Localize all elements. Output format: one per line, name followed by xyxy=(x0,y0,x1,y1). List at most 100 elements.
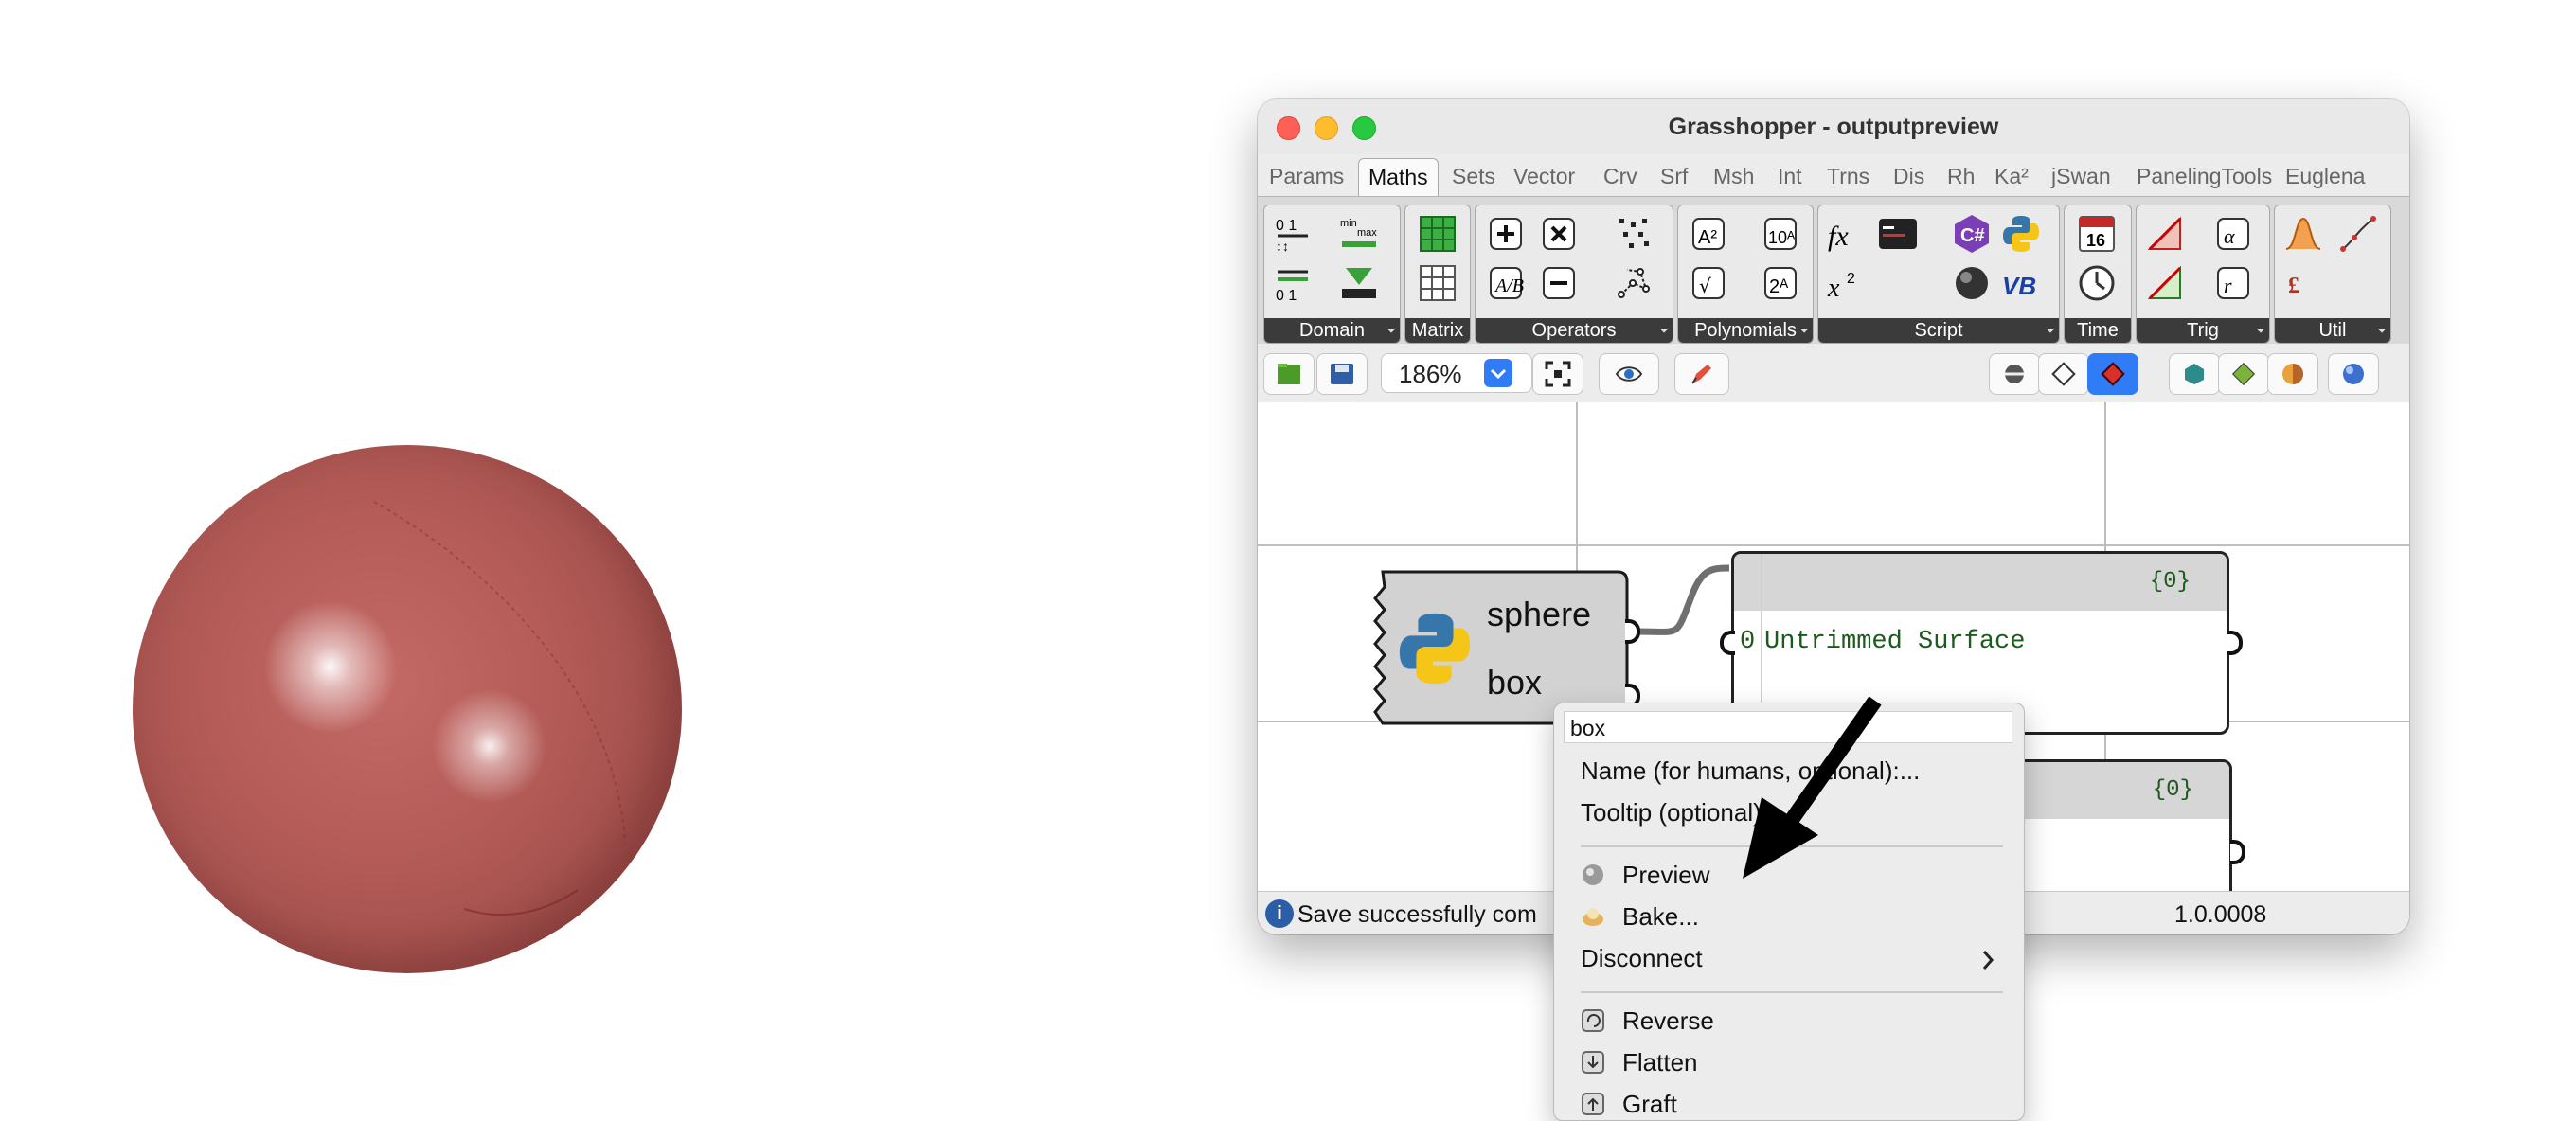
subtraction-icon[interactable] xyxy=(1538,262,1580,304)
expression-variable-icon[interactable]: x2 xyxy=(1826,262,1868,304)
svg-text:↕↕: ↕↕ xyxy=(1276,239,1289,254)
preview-selected-button[interactable] xyxy=(2218,353,2269,395)
radians-icon[interactable]: r xyxy=(2212,262,2254,304)
svg-text:√: √ xyxy=(1699,275,1711,297)
output-sphere-label: sphere xyxy=(1487,595,1592,633)
zoom-dropdown-button[interactable] xyxy=(1484,359,1512,387)
tab-maths[interactable]: Maths xyxy=(1358,158,1439,198)
material-ball-icon xyxy=(2282,364,2303,384)
menu-item-graft[interactable]: Graft xyxy=(1622,1090,1677,1119)
minimize-window-button[interactable] xyxy=(1315,116,1338,140)
preview-off-icon xyxy=(2005,365,2024,383)
menu-item-bake[interactable]: Bake... xyxy=(1622,902,1699,932)
csharp-script-icon[interactable]: C# xyxy=(1951,213,1993,255)
divide-domain-icon[interactable] xyxy=(1338,262,1380,304)
vb-script-icon[interactable]: VB xyxy=(2000,262,2042,304)
python-script-icon[interactable] xyxy=(2000,213,2042,255)
expression-icon[interactable]: fx xyxy=(1826,213,1868,255)
deconstruct-matrix-icon[interactable] xyxy=(1417,262,1458,304)
svg-text:fx: fx xyxy=(1828,221,1849,252)
deconstruct-domain-icon[interactable]: 0 1 xyxy=(1272,262,1314,304)
tab-ka2[interactable]: Ka² xyxy=(1995,164,2029,189)
bounds-icon[interactable]: minmax xyxy=(1338,213,1380,255)
menu-item-tooltip[interactable]: Tooltip (optional):... xyxy=(1581,798,1789,827)
square-root-icon[interactable]: √ xyxy=(1688,262,1729,304)
svg-text:16: 16 xyxy=(2086,231,2105,250)
menu-item-disconnect[interactable]: Disconnect xyxy=(1581,944,1703,973)
tab-msh[interactable]: Msh xyxy=(1713,164,1754,189)
square-icon[interactable]: A² xyxy=(1688,213,1729,255)
svg-text:min: min xyxy=(1340,218,1357,229)
clock-icon[interactable] xyxy=(2076,262,2118,304)
group-time: 16 Time xyxy=(2064,205,2132,344)
wireframe-preview-button[interactable] xyxy=(2038,353,2089,395)
title-bar: Grasshopper - outputpreview xyxy=(1258,99,2409,154)
menu-item-reverse[interactable]: Reverse xyxy=(1622,1006,1714,1036)
addition-icon[interactable] xyxy=(1485,213,1527,255)
open-file-button[interactable] xyxy=(1263,353,1315,395)
tab-dis[interactable]: Dis xyxy=(1893,164,1924,189)
right-trigonometry-icon[interactable] xyxy=(2144,262,2186,304)
preview-materials-button[interactable] xyxy=(2267,353,2318,395)
tab-jswan[interactable]: jSwan xyxy=(2051,164,2111,189)
no-preview-button[interactable] xyxy=(1989,353,2040,395)
menu-item-name[interactable]: Name (for humans, optional):... xyxy=(1581,756,1920,786)
maximize-window-button[interactable] xyxy=(1352,116,1376,140)
tab-euglena[interactable]: Euglena xyxy=(2285,164,2365,189)
alpha-icon[interactable]: α xyxy=(2212,213,2254,255)
status-message: Save successfully com xyxy=(1297,901,1537,928)
connect-points-icon[interactable] xyxy=(1614,262,1655,304)
construct-domain-icon[interactable]: 0 1 ↕↕ xyxy=(1272,213,1314,255)
nickname-field[interactable]: box xyxy=(1564,711,2012,743)
reverse-icon xyxy=(1582,1009,1604,1032)
save-icon xyxy=(1331,364,1353,384)
shader-sphere-icon[interactable] xyxy=(1951,262,1993,304)
tab-rh[interactable]: Rh xyxy=(1947,164,1975,189)
save-file-button[interactable] xyxy=(1316,353,1368,395)
group-script-label: Script ⏷ xyxy=(1818,318,2059,343)
menu-item-preview[interactable]: Preview xyxy=(1622,861,1709,890)
chevron-down-icon xyxy=(1490,368,1507,380)
close-window-button[interactable] xyxy=(1277,116,1300,140)
wireframe-icon xyxy=(2051,362,2076,386)
pencil-icon xyxy=(1691,365,1711,384)
power-of-10-icon[interactable]: 10ᴬ xyxy=(1760,213,1801,255)
gate-icon[interactable] xyxy=(2282,213,2324,255)
graft-icon xyxy=(1582,1093,1604,1115)
tab-srf[interactable]: Srf xyxy=(1660,164,1688,189)
tab-trns[interactable]: Trns xyxy=(1827,164,1869,189)
display-settings-button[interactable] xyxy=(2328,353,2379,395)
tab-sets[interactable]: Sets xyxy=(1452,164,1495,189)
tab-params[interactable]: Params xyxy=(1269,164,1344,189)
flatten-icon xyxy=(1582,1051,1604,1074)
tab-crv[interactable]: Crv xyxy=(1603,164,1637,189)
triangle-trigonometry-icon[interactable] xyxy=(2144,213,2186,255)
menu-item-flatten[interactable]: Flatten xyxy=(1622,1048,1698,1077)
preview-mesh-button[interactable] xyxy=(2169,353,2220,395)
construct-matrix-icon[interactable] xyxy=(1417,213,1458,255)
svg-text:2: 2 xyxy=(1847,271,1855,287)
tab-bar: Params Maths Sets Vector Crv Srf Msh Int… xyxy=(1258,154,2409,198)
division-icon[interactable]: A/B xyxy=(1485,262,1527,304)
svg-text:α: α xyxy=(2224,224,2235,248)
shaded-preview-icon xyxy=(2101,362,2125,386)
tab-vector[interactable]: Vector xyxy=(1513,164,1575,189)
math-variable-icon[interactable]: £ xyxy=(2282,262,2324,304)
tab-panelingtools[interactable]: PanelingTools xyxy=(2137,164,2272,189)
panel-index: 0 xyxy=(1740,628,1756,656)
zoom-extents-button[interactable] xyxy=(1532,353,1583,395)
group-domain: 0 1 ↕↕ min max 0 1 Domain ⏷ xyxy=(1263,205,1401,344)
component-ribbon: 0 1 ↕↕ min max 0 1 Domain ⏷ Matrix A/B Oper… xyxy=(1258,196,2409,345)
calendar-icon[interactable]: 16 xyxy=(2076,213,2118,255)
scatter-icon[interactable] xyxy=(1614,213,1655,255)
shaded-preview-button[interactable] xyxy=(2087,353,2138,395)
multiplication-icon[interactable] xyxy=(1538,213,1580,255)
evaluate-icon[interactable] xyxy=(1877,213,1919,255)
power-of-2-icon[interactable]: 2ᴬ xyxy=(1760,262,1801,304)
panel1-input-grip[interactable] xyxy=(1720,631,1735,655)
curve-points-icon[interactable] xyxy=(2337,213,2379,255)
tab-int[interactable]: Int xyxy=(1778,164,1802,189)
preview-visibility-button[interactable] xyxy=(1599,353,1659,395)
zoom-extents-icon xyxy=(1545,361,1571,387)
sketch-button[interactable] xyxy=(1674,353,1729,395)
